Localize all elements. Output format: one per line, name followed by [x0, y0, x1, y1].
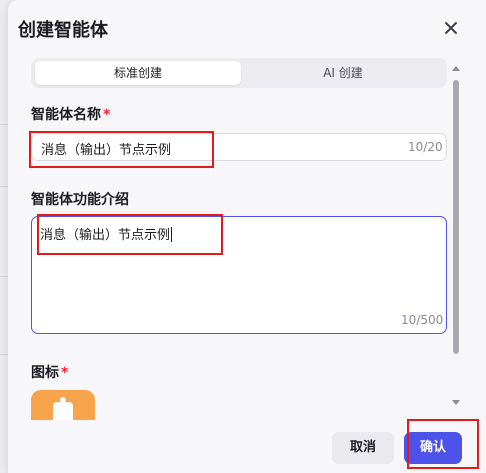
agent-avatar-icon[interactable]: [31, 390, 95, 420]
name-char-counter: 10/20: [408, 140, 443, 154]
agent-description-value: 消息（输出）节点示例: [40, 224, 173, 243]
agent-name-input[interactable]: 消息（输出）节点示例 10/20: [31, 133, 447, 161]
required-mark: *: [61, 365, 69, 381]
avatar-glyph-icon: [53, 397, 73, 420]
confirm-button[interactable]: 确认: [404, 432, 462, 464]
scrollbar-thumb[interactable]: [453, 80, 459, 354]
tab-standard-create[interactable]: 标准创建: [35, 61, 241, 85]
dialog-scrollbar[interactable]: [452, 60, 462, 406]
icon-label-text: 图标: [31, 365, 59, 381]
name-label-text: 智能体名称: [31, 107, 101, 123]
agent-name-value: 消息（输出）节点示例: [41, 143, 172, 158]
creation-mode-switch: 标准创建 AI 创建: [31, 58, 447, 88]
text-caret: [171, 227, 173, 242]
icon-label: 图标 *: [31, 362, 68, 382]
scroll-down-icon[interactable]: [452, 400, 460, 405]
tab-ai-create[interactable]: AI 创建: [243, 61, 443, 85]
close-icon[interactable]: [440, 17, 462, 39]
description-char-counter: 10/500: [401, 313, 444, 327]
cancel-button[interactable]: 取消: [332, 432, 394, 464]
create-agent-dialog: 创建智能体 标准创建 AI 创建 智能体名称 * 消息（输出）节点示例 10/20…: [8, 0, 486, 473]
name-label: 智能体名称 *: [31, 104, 110, 124]
required-mark: *: [103, 107, 111, 123]
scroll-up-icon[interactable]: [452, 66, 460, 71]
description-label: 智能体功能介绍: [31, 192, 129, 208]
agent-description-textarea[interactable]: 消息（输出）节点示例 10/500: [31, 216, 447, 334]
agent-description-text: 消息（输出）节点示例: [40, 228, 171, 243]
dialog-title: 创建智能体: [18, 20, 108, 41]
